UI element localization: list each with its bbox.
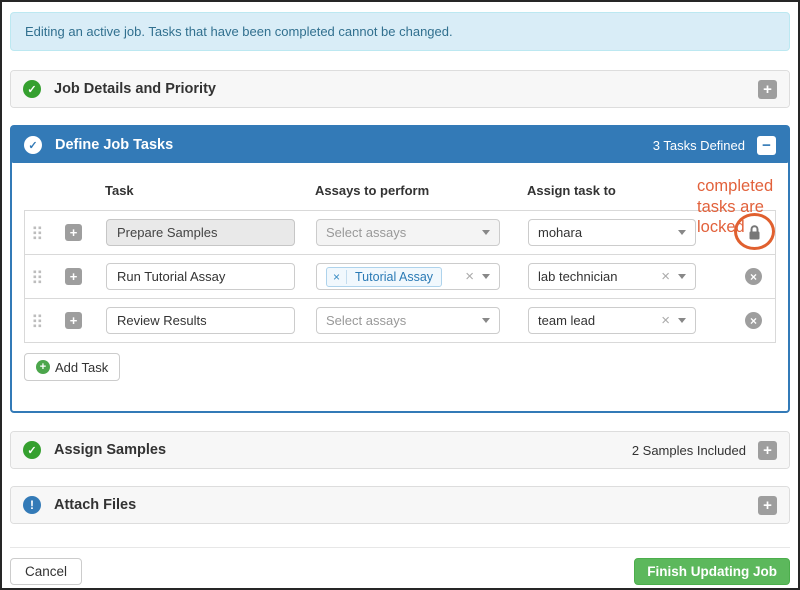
task-row: + Select assays mohara [24, 210, 776, 255]
dropdown-caret-icon [482, 274, 490, 279]
check-circle-icon: ✓ [23, 441, 41, 459]
column-header-assign: Assign task to [527, 183, 616, 198]
clear-icon[interactable]: × [661, 313, 670, 328]
dropdown-caret-icon [482, 230, 490, 235]
insert-task-button[interactable]: + [65, 312, 82, 329]
assign-select: mohara [528, 219, 696, 246]
footer-divider [10, 547, 790, 548]
task-name-input[interactable] [106, 263, 295, 290]
assign-select-value: lab technician [538, 269, 618, 284]
insert-task-button[interactable]: + [65, 268, 82, 285]
expand-attach-files-button[interactable]: + [758, 496, 777, 515]
tasks-defined-badge: 3 Tasks Defined [653, 138, 745, 153]
clear-icon[interactable]: × [465, 269, 474, 284]
dropdown-caret-icon [678, 230, 686, 235]
finish-updating-job-button[interactable]: Finish Updating Job [634, 558, 790, 585]
remove-task-button[interactable]: × [745, 312, 762, 329]
check-circle-icon: ✓ [24, 136, 42, 154]
drag-handle-icon[interactable] [33, 226, 42, 240]
assays-select-placeholder: Select assays [326, 313, 406, 328]
column-header-task: Task [105, 183, 134, 198]
add-task-label: Add Task [55, 360, 108, 375]
define-tasks-body: Task Assays to perform Assign task to + … [12, 163, 788, 411]
assign-select[interactable]: team lead × [528, 307, 696, 334]
assay-tag-label: Tutorial Assay [347, 270, 441, 284]
panel-define-tasks-header[interactable]: ✓ Define Job Tasks 3 Tasks Defined − [12, 127, 788, 163]
info-alert: Editing an active job. Tasks that have b… [10, 12, 790, 51]
assays-select: Select assays [316, 219, 500, 246]
panel-assign-samples: ✓ Assign Samples 2 Samples Included + [10, 431, 790, 469]
panel-assign-samples-title: Assign Samples [54, 442, 166, 458]
task-name-input [106, 219, 295, 246]
drag-handle-icon[interactable] [33, 314, 42, 328]
expand-job-details-button[interactable]: + [758, 80, 777, 99]
expand-assign-samples-button[interactable]: + [758, 441, 777, 460]
info-icon: ! [23, 496, 41, 514]
drag-handle-icon[interactable] [33, 270, 42, 284]
assays-select[interactable]: × Tutorial Assay × [316, 263, 500, 290]
panel-attach-files: ! Attach Files + [10, 486, 790, 524]
insert-task-button[interactable]: + [65, 224, 82, 241]
alert-text: Editing an active job. Tasks that have b… [25, 24, 453, 39]
assign-select-value: mohara [538, 225, 582, 240]
collapse-define-tasks-button[interactable]: − [757, 136, 776, 155]
panel-job-details: ✓ Job Details and Priority + [10, 70, 790, 108]
cancel-button[interactable]: Cancel [10, 558, 82, 585]
footer: Cancel Finish Updating Job [10, 558, 790, 585]
assay-tag: × Tutorial Assay [326, 267, 442, 287]
add-task-plus-icon: + [36, 360, 50, 374]
add-task-button[interactable]: + Add Task [24, 353, 120, 381]
assays-select-placeholder: Select assays [326, 225, 406, 240]
column-header-assays: Assays to perform [315, 183, 429, 198]
clear-icon[interactable]: × [661, 269, 670, 284]
task-table-headers: Task Assays to perform Assign task to [24, 183, 776, 199]
panel-attach-files-header[interactable]: ! Attach Files + [11, 487, 789, 523]
panel-job-details-title: Job Details and Priority [54, 81, 216, 97]
panel-job-details-header[interactable]: ✓ Job Details and Priority + [11, 71, 789, 107]
panel-define-tasks-title: Define Job Tasks [55, 137, 173, 153]
assign-select-value: team lead [538, 313, 595, 328]
tag-remove-icon[interactable]: × [327, 270, 347, 284]
annotation-note: completed tasks are locked [697, 176, 800, 238]
task-name-input[interactable] [106, 307, 295, 334]
task-row: + × Tutorial Assay × lab technician × × [24, 254, 776, 299]
assays-select[interactable]: Select assays [316, 307, 500, 334]
dropdown-caret-icon [678, 318, 686, 323]
samples-included-badge: 2 Samples Included [632, 443, 746, 458]
check-circle-icon: ✓ [23, 80, 41, 98]
remove-task-button[interactable]: × [745, 268, 762, 285]
panel-assign-samples-header[interactable]: ✓ Assign Samples 2 Samples Included + [11, 432, 789, 468]
panel-attach-files-title: Attach Files [54, 497, 136, 513]
task-row: + Select assays team lead × × [24, 298, 776, 343]
dropdown-caret-icon [678, 274, 686, 279]
panel-define-tasks: ✓ Define Job Tasks 3 Tasks Defined − Tas… [10, 125, 790, 413]
assign-select[interactable]: lab technician × [528, 263, 696, 290]
dropdown-caret-icon [482, 318, 490, 323]
